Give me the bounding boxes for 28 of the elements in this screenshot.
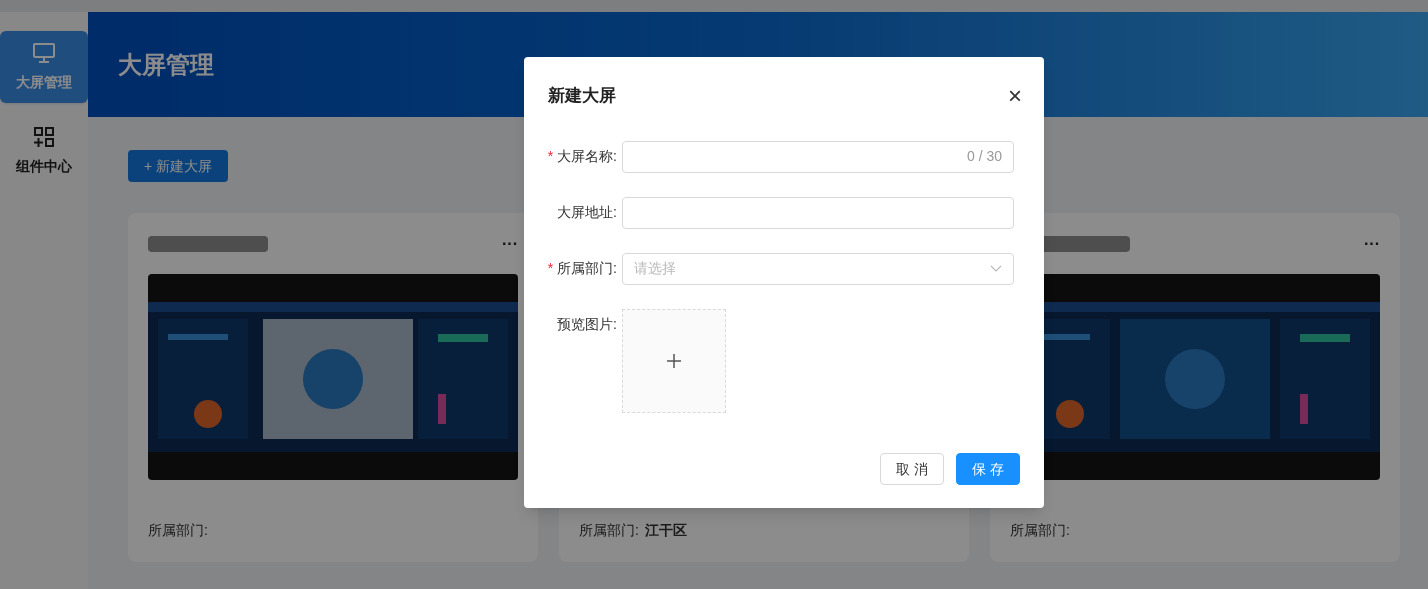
department-value: 江干区 <box>644 521 687 540</box>
text-field[interactable] <box>622 196 1014 229</box>
monitor-icon <box>32 41 56 64</box>
sidebar-item[interactable]: 组件中心 <box>0 115 88 187</box>
page-title: 大屏管理 <box>118 49 214 80</box>
save-button[interactable]: 保 存 <box>956 453 1020 485</box>
dialog-title: 新建大屏 <box>548 85 616 107</box>
field-label: 所属部门: <box>557 259 617 278</box>
required-mark: * <box>547 259 554 278</box>
field-label: 大屏地址: <box>557 203 617 222</box>
more-menu[interactable]: ··· <box>1364 232 1380 256</box>
department-label: 所属部门: <box>148 521 208 540</box>
add-grid-icon <box>33 125 55 148</box>
new-screen-button[interactable]: + 新建大屏 <box>128 150 229 182</box>
plus-icon <box>667 353 681 368</box>
required-mark: * <box>547 147 554 166</box>
image-upload[interactable] <box>622 308 726 413</box>
char-counter: 0 / 30 <box>966 147 1002 166</box>
department-label: 所属部门: <box>1010 521 1070 540</box>
field-label: 预览图片: <box>557 315 617 334</box>
select-placeholder: 请选择 <box>634 259 676 278</box>
more-menu[interactable]: ··· <box>502 232 518 256</box>
department-label: 所属部门: <box>579 521 639 540</box>
field-label: 大屏名称: <box>557 147 617 166</box>
cancel-button[interactable]: 取 消 <box>880 453 944 485</box>
chevron-down-icon <box>990 264 1002 273</box>
text-field[interactable]: 0 / 30 <box>622 140 1014 173</box>
close-button[interactable]: × <box>1008 83 1022 108</box>
